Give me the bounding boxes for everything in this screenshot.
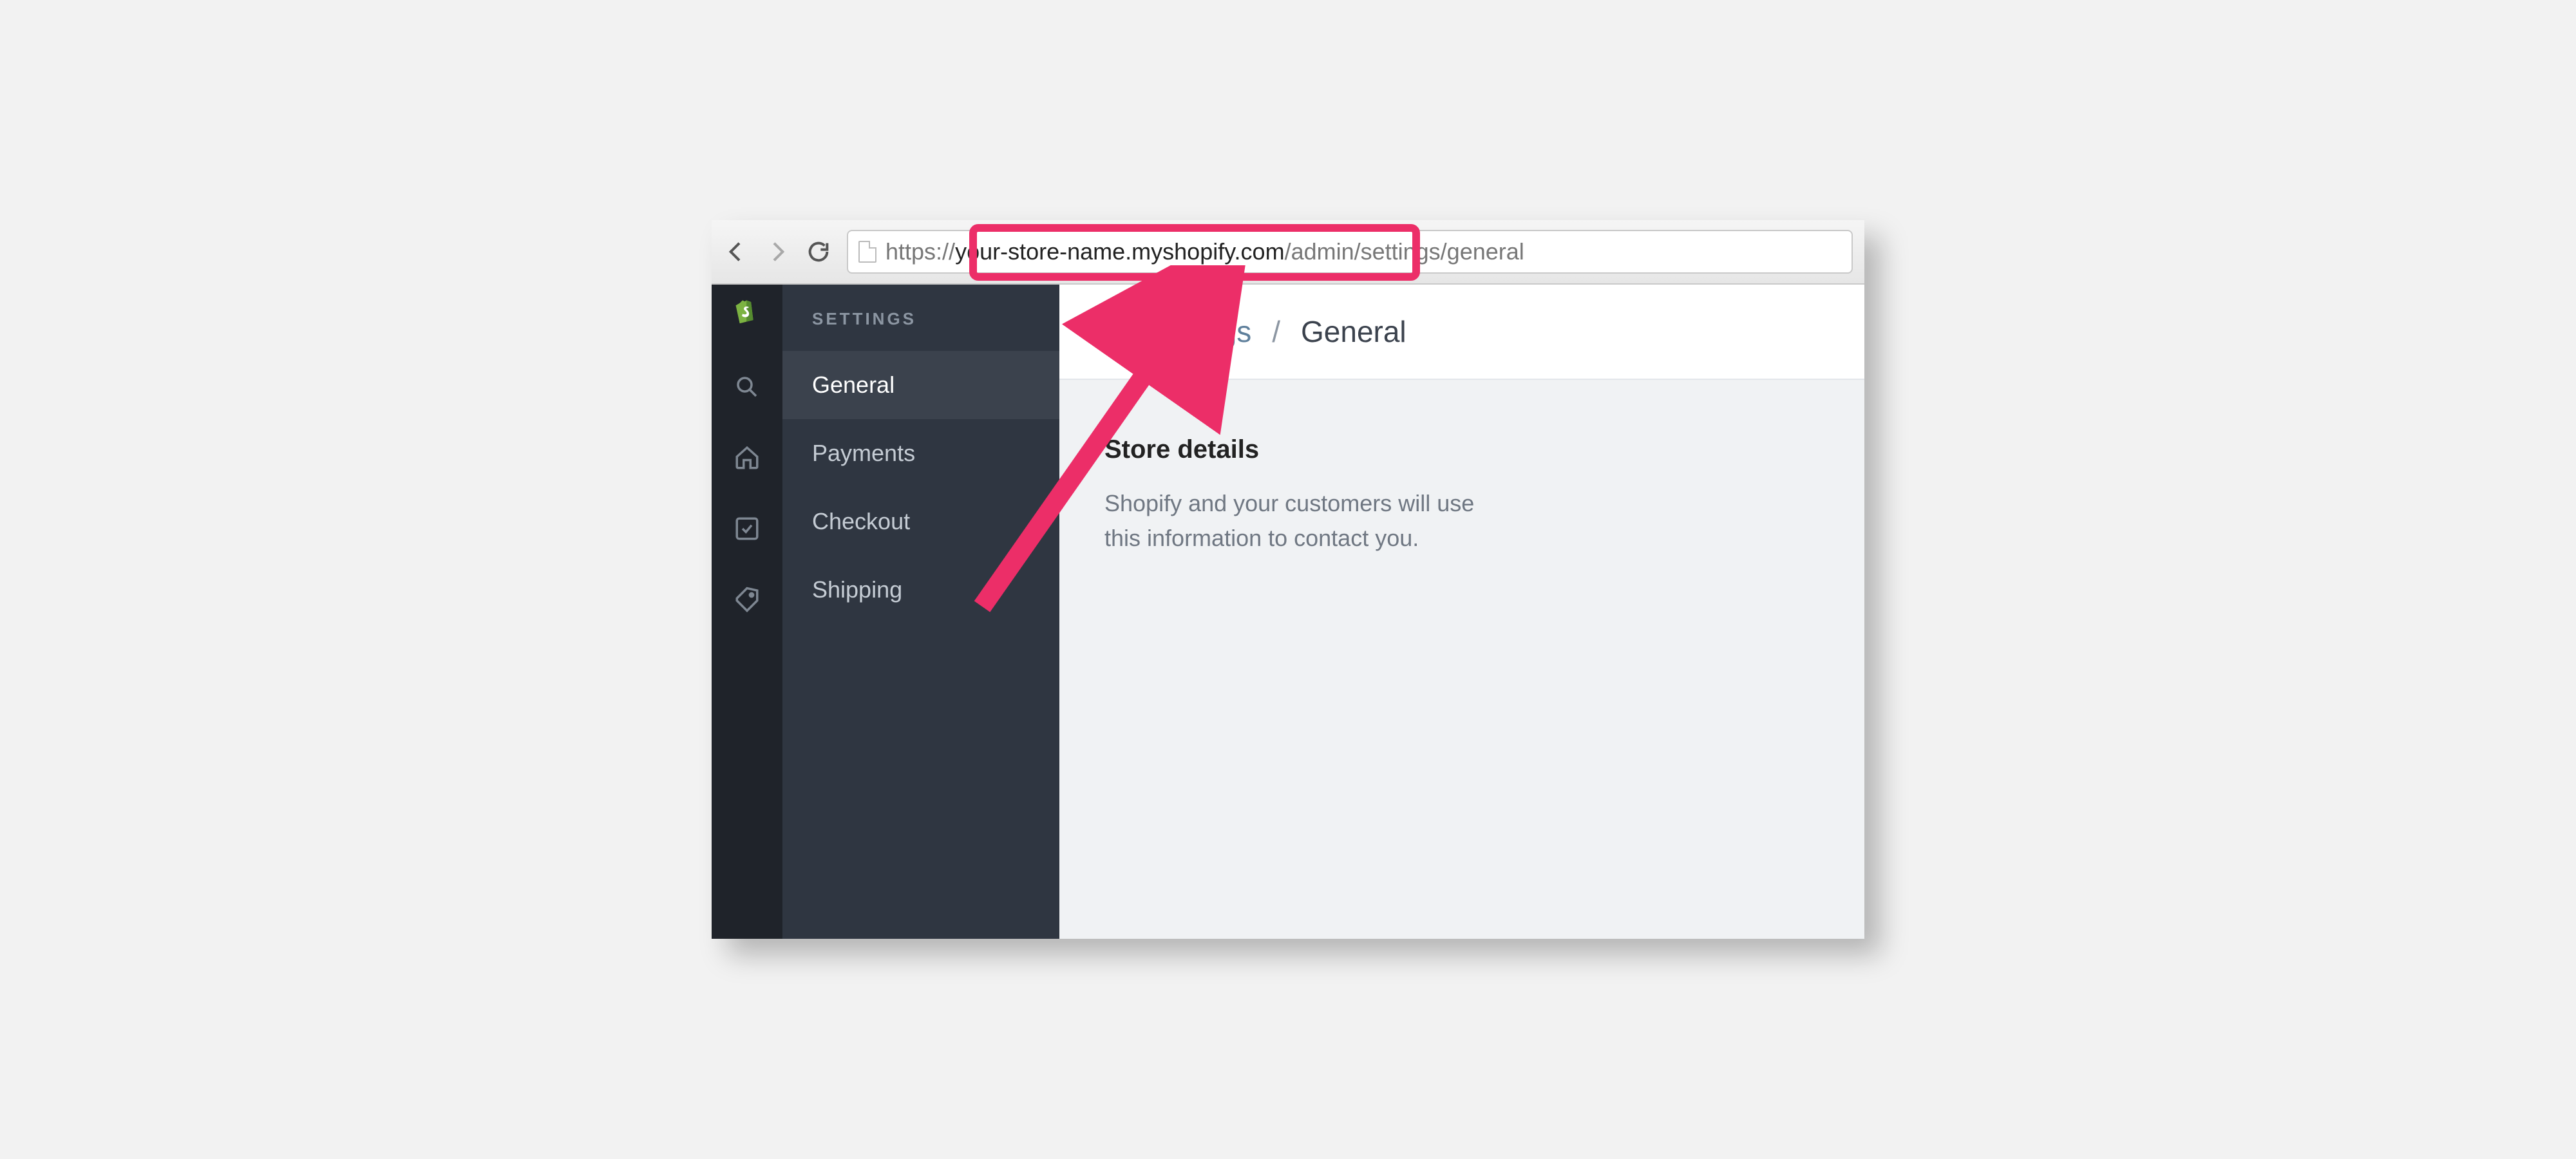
address-bar[interactable]: https://your-store-name.myshopify.com/ad… bbox=[847, 230, 1853, 274]
forward-button[interactable] bbox=[764, 239, 790, 265]
section-description: Shopify and your customers will use this… bbox=[1104, 486, 1517, 556]
sidebar-item-payments[interactable]: Payments bbox=[782, 419, 1059, 487]
shopify-logo-icon[interactable] bbox=[734, 297, 761, 325]
browser-toolbar: https://your-store-name.myshopify.com/ad… bbox=[712, 220, 1864, 285]
page-icon bbox=[858, 241, 876, 263]
section-title: Store details bbox=[1104, 435, 1819, 464]
reload-button[interactable] bbox=[806, 239, 831, 265]
app-shell: SETTINGS General Payments Checkout Shipp… bbox=[712, 285, 1864, 939]
breadcrumb-link[interactable]: Settings bbox=[1144, 314, 1251, 349]
sidebar-item-checkout[interactable]: Checkout bbox=[782, 487, 1059, 556]
tag-icon[interactable] bbox=[734, 586, 761, 613]
home-icon[interactable] bbox=[734, 444, 761, 471]
search-icon[interactable] bbox=[734, 373, 761, 400]
breadcrumb-current: General bbox=[1301, 314, 1406, 349]
url-text: https://your-store-name.myshopify.com/ad… bbox=[886, 238, 1524, 265]
url-suffix: /admin/settings/general bbox=[1285, 238, 1524, 265]
gear-icon bbox=[1098, 315, 1129, 349]
settings-sidebar: SETTINGS General Payments Checkout Shipp… bbox=[782, 285, 1059, 939]
back-button[interactable] bbox=[723, 239, 749, 265]
main-header: Settings / General bbox=[1059, 285, 1864, 380]
breadcrumb-separator: / bbox=[1272, 314, 1280, 349]
main-panel: Settings / General Store details Shopify… bbox=[1059, 285, 1864, 939]
checkbox-icon[interactable] bbox=[734, 515, 761, 542]
sidebar-title: SETTINGS bbox=[782, 309, 1059, 351]
sidebar-item-label: Checkout bbox=[812, 508, 910, 534]
sidebar-item-label: General bbox=[812, 372, 895, 398]
url-prefix: https:// bbox=[886, 238, 955, 265]
sidebar-item-shipping[interactable]: Shipping bbox=[782, 556, 1059, 624]
main-body: Store details Shopify and your customers… bbox=[1059, 380, 1864, 611]
left-rail bbox=[712, 285, 782, 939]
sidebar-item-label: Shipping bbox=[812, 576, 902, 603]
sidebar-item-label: Payments bbox=[812, 440, 915, 466]
url-domain: your-store-name.myshopify.com bbox=[955, 238, 1285, 265]
sidebar-item-general[interactable]: General bbox=[782, 351, 1059, 419]
screenshot-frame: https://your-store-name.myshopify.com/ad… bbox=[712, 220, 1864, 939]
